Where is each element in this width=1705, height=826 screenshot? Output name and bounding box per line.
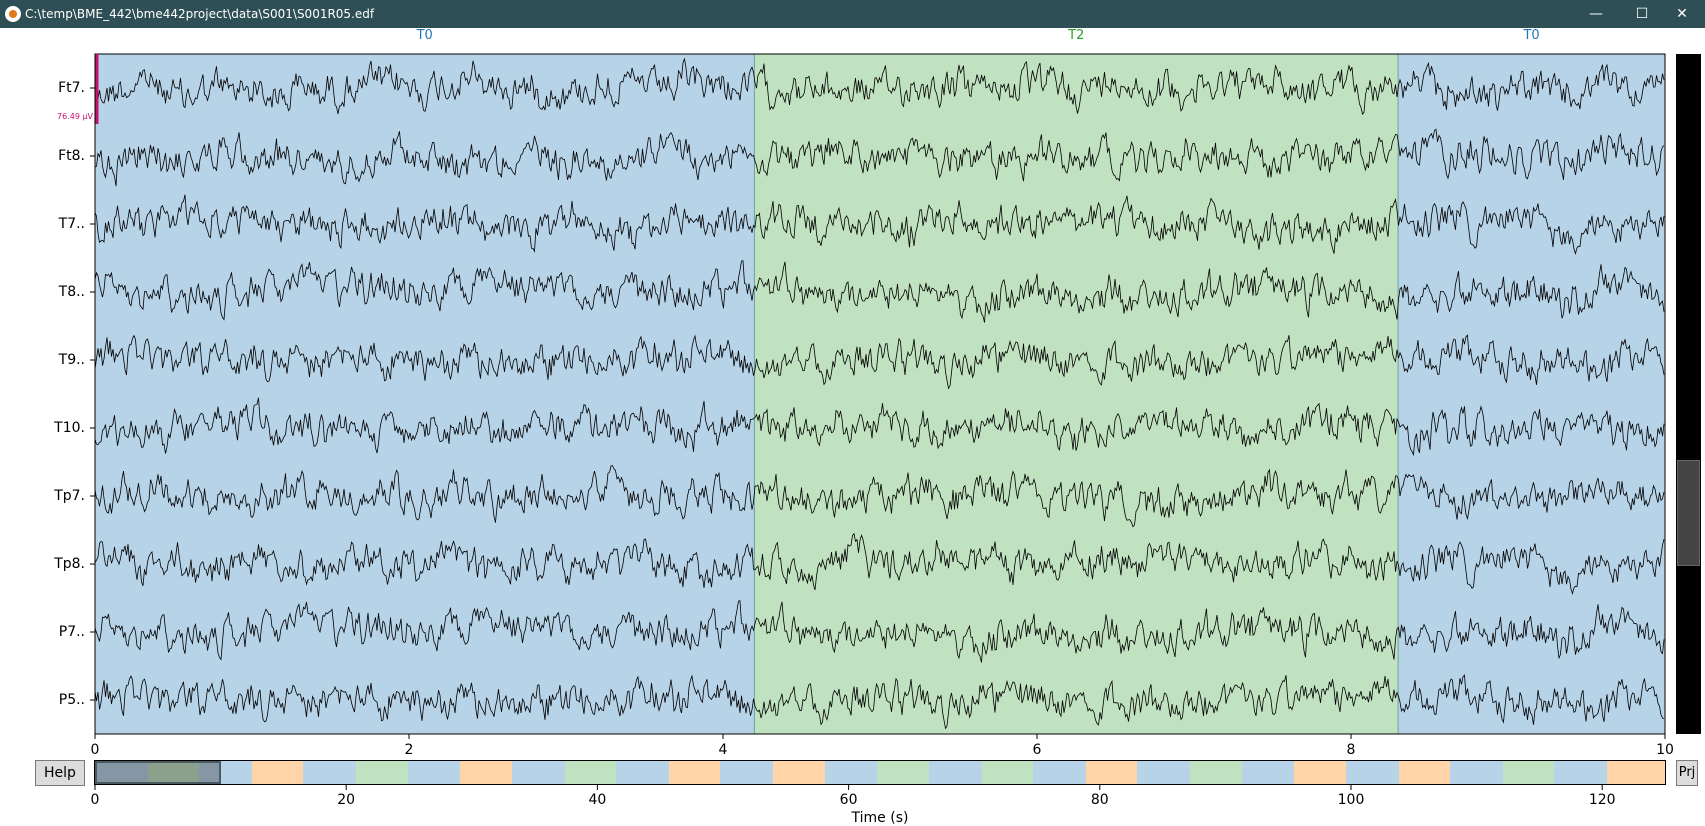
- annotation-span: [95, 54, 755, 734]
- overview-segment: [981, 761, 1034, 784]
- overview-segment: [928, 761, 982, 784]
- channel-label: Ft8.: [58, 148, 85, 164]
- eeg-trace: [94, 397, 1665, 457]
- time-tick-label: 4: [718, 742, 728, 758]
- eeg-trace: [94, 194, 1665, 256]
- channel-scrollbar[interactable]: [1676, 54, 1701, 734]
- app-icon: [5, 6, 21, 22]
- overview-segment: [616, 761, 669, 784]
- overview-segment: [1554, 761, 1608, 784]
- overview-tick-label: 40: [588, 792, 607, 808]
- overview-segment: [407, 761, 461, 784]
- overview-segment: [1190, 761, 1242, 784]
- eeg-trace: [94, 57, 1665, 115]
- overview-segment: [877, 761, 929, 784]
- overview-tick-label: 80: [1090, 792, 1109, 808]
- projector-button[interactable]: Prj: [1676, 760, 1698, 786]
- title-bar: C:\temp\BME_442\bme442project\data\S001\…: [0, 0, 1705, 28]
- eeg-trace: [94, 532, 1665, 596]
- annotation-span: [1398, 54, 1665, 734]
- overview-tick-label: 60: [839, 792, 858, 808]
- channel-label: T9..: [58, 352, 85, 368]
- eeg-trace: [94, 600, 1665, 663]
- overview-tick-label: 120: [1588, 792, 1616, 808]
- scale-bar-label: 76.49 µV: [57, 112, 94, 121]
- overview-axis-label: Time (s): [851, 810, 909, 826]
- overview-segment: [1241, 761, 1295, 784]
- overview-segment: [668, 761, 721, 784]
- eeg-trace: [94, 260, 1665, 323]
- overview-segment: [252, 761, 304, 784]
- channel-label: Tp7.: [54, 488, 85, 504]
- overview-segment: [773, 761, 825, 784]
- overview-segment: [564, 761, 617, 784]
- channel-label: Ft7.: [58, 80, 85, 96]
- overview-segment: [356, 761, 408, 784]
- close-icon[interactable]: ✕: [1659, 0, 1705, 28]
- plot-frame: [94, 53, 1666, 735]
- window-title: C:\temp\BME_442\bme442project\data\S001\…: [25, 7, 375, 21]
- channel-label: T7..: [58, 216, 85, 232]
- overview-segment: [303, 761, 357, 784]
- overview-segment: [460, 761, 512, 784]
- eeg-trace: [94, 674, 1665, 730]
- overview-segment: [1085, 761, 1138, 784]
- time-tick-label: 2: [404, 742, 414, 758]
- annotation-label: T0: [1523, 28, 1540, 43]
- overview-segment: [1345, 761, 1399, 784]
- overview-tick-label: 100: [1337, 792, 1365, 808]
- overview-segment: [511, 761, 565, 784]
- time-tick-label: 8: [1346, 742, 1356, 758]
- annotation-span: [754, 54, 1399, 734]
- overview-tick-label: 0: [90, 792, 100, 808]
- channel-scrollbar-thumb[interactable]: [1677, 460, 1700, 566]
- overview-tick-label: 20: [337, 792, 356, 808]
- overview-segment: [1450, 761, 1503, 784]
- minimize-icon[interactable]: —: [1573, 0, 1619, 28]
- time-tick-label: 0: [90, 742, 100, 758]
- overview-segment: [1033, 761, 1086, 784]
- overview-segment: [1607, 761, 1665, 784]
- eeg-trace: [94, 128, 1665, 187]
- channel-label: P5..: [58, 692, 85, 708]
- eeg-trace: [94, 334, 1665, 390]
- help-button[interactable]: Help: [35, 760, 85, 786]
- annotation-label: T0: [416, 28, 433, 43]
- overview-bar[interactable]: [94, 760, 1666, 785]
- overview-segment: [824, 761, 878, 784]
- channel-label: P7..: [58, 624, 85, 640]
- overview-view-window[interactable]: [95, 761, 221, 784]
- channel-label: Tp8.: [54, 556, 85, 572]
- annotation-label: T2: [1068, 28, 1085, 43]
- overview-segment: [1398, 761, 1451, 784]
- overview-segment: [1294, 761, 1346, 784]
- overview-segment: [1137, 761, 1191, 784]
- channel-label: T8..: [58, 284, 85, 300]
- eeg-trace: [94, 465, 1665, 528]
- eeg-traces-plot[interactable]: [0, 0, 1705, 822]
- time-tick-label: 10: [1656, 742, 1674, 758]
- overview-segment: [1502, 761, 1555, 784]
- channel-label: T10.: [54, 420, 85, 436]
- overview-segment: [720, 761, 774, 784]
- time-tick-label: 6: [1032, 742, 1042, 758]
